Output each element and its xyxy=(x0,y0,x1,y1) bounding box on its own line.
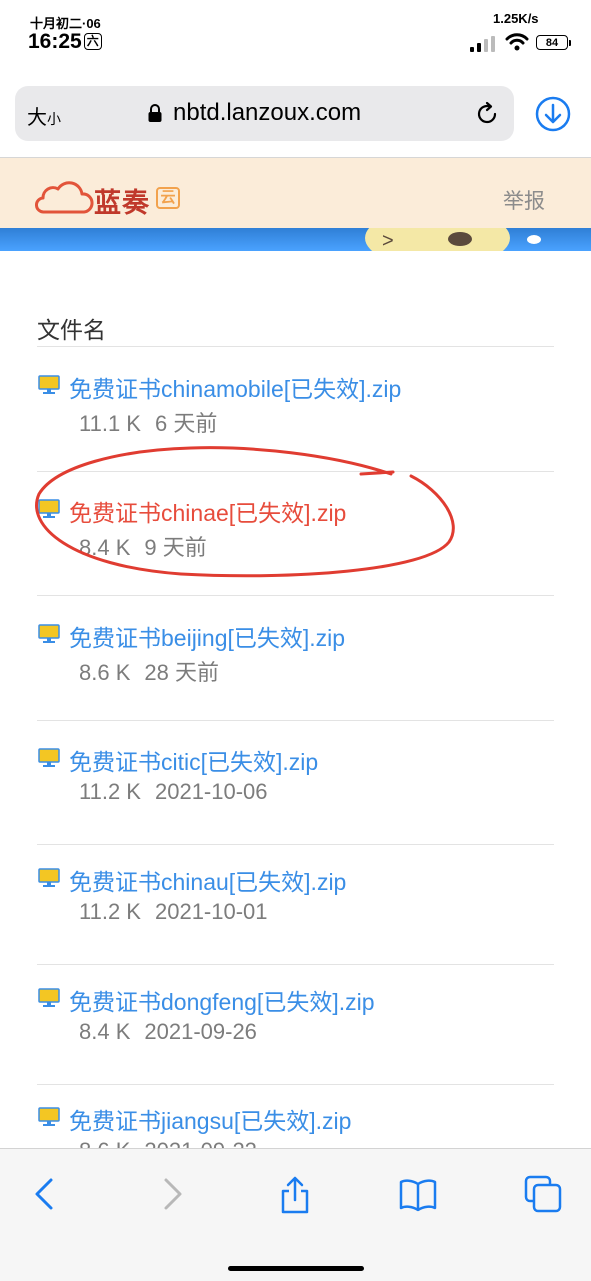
download-icon[interactable] xyxy=(533,94,573,134)
report-link[interactable]: 举报 xyxy=(503,185,545,215)
text-size-big: 大 xyxy=(27,107,47,129)
browser-toolbar xyxy=(0,1148,591,1281)
divider xyxy=(37,1084,554,1085)
divider xyxy=(37,720,554,721)
divider xyxy=(37,844,554,845)
file-meta: 11.2 K 2021-10-01 xyxy=(79,899,268,925)
share-icon[interactable] xyxy=(275,1174,315,1214)
divider xyxy=(37,964,554,965)
file-icon xyxy=(38,374,62,396)
file-size: 11.1 K xyxy=(79,411,141,436)
file-meta: 11.1 K 6 天前 xyxy=(79,406,217,438)
banner-dot xyxy=(527,235,541,244)
file-link[interactable]: 免费证书beijing[已失效].zip xyxy=(69,619,345,653)
url-text[interactable]: nbtd.lanzoux.com xyxy=(173,99,361,127)
file-meta: 8.4 K 2021-09-26 xyxy=(79,1019,257,1045)
status-time: 16:25 六 xyxy=(28,30,102,54)
file-date: 2021-10-06 xyxy=(154,779,268,804)
file-link[interactable]: 免费证书chinamobile[已失效].zip xyxy=(69,370,401,404)
cellular-signal-icon xyxy=(470,36,495,52)
file-size: 11.2 K xyxy=(79,779,141,804)
divider xyxy=(37,346,554,347)
file-size: 11.2 K xyxy=(79,899,141,924)
back-icon[interactable] xyxy=(25,1174,65,1214)
divider xyxy=(37,595,554,596)
file-link[interactable]: 免费证书chinau[已失效].zip xyxy=(69,863,346,897)
file-icon xyxy=(38,987,62,1009)
file-meta: 8.6 K 28 天前 xyxy=(79,655,219,687)
highlight-annotation xyxy=(35,446,455,578)
cloud-logo-icon[interactable] xyxy=(34,180,94,214)
file-link[interactable]: 免费证书citic[已失效].zip xyxy=(69,743,318,777)
file-date: 2021-09-26 xyxy=(144,1019,257,1044)
battery-indicator: 84 xyxy=(536,35,571,50)
file-size: 8.6 K xyxy=(79,660,131,685)
file-date: 6 天前 xyxy=(154,411,218,436)
file-date: 2021-10-01 xyxy=(154,899,268,924)
site-header: 蓝奏 云 举报 xyxy=(0,158,591,228)
site-logo-text[interactable]: 蓝奏 xyxy=(94,181,150,220)
file-link[interactable]: 免费证书dongfeng[已失效].zip xyxy=(69,983,375,1017)
address-bar[interactable]: 大小 nbtd.lanzoux.com xyxy=(15,86,514,141)
banner-image: > xyxy=(0,228,591,251)
logo-badge: 云 xyxy=(156,187,180,209)
file-meta: 11.2 K 2021-10-06 xyxy=(79,779,268,805)
file-date: 28 天前 xyxy=(144,660,219,685)
time-text: 16:25 xyxy=(28,30,82,53)
file-size: 8.4 K xyxy=(79,1019,131,1044)
wifi-icon xyxy=(505,33,529,51)
bookmarks-icon[interactable] xyxy=(398,1174,438,1214)
text-size-button[interactable]: 大小 xyxy=(27,101,61,130)
home-indicator xyxy=(228,1266,364,1271)
file-icon xyxy=(38,867,62,889)
file-icon xyxy=(38,747,62,769)
lock-icon xyxy=(148,104,162,122)
text-size-small: 小 xyxy=(47,111,61,127)
column-header: 文件名 xyxy=(37,317,106,343)
banner-eye xyxy=(448,232,472,246)
reload-icon[interactable] xyxy=(473,100,501,128)
forward-icon[interactable] xyxy=(152,1174,192,1214)
network-speed: 1.25K/s xyxy=(493,11,539,26)
weekday-badge: 六 xyxy=(83,33,102,50)
file-icon xyxy=(38,1106,62,1128)
banner-glyph: > xyxy=(382,230,394,251)
file-icon xyxy=(38,623,62,645)
file-link[interactable]: 免费证书jiangsu[已失效].zip xyxy=(69,1102,351,1136)
tabs-icon[interactable] xyxy=(523,1174,563,1214)
